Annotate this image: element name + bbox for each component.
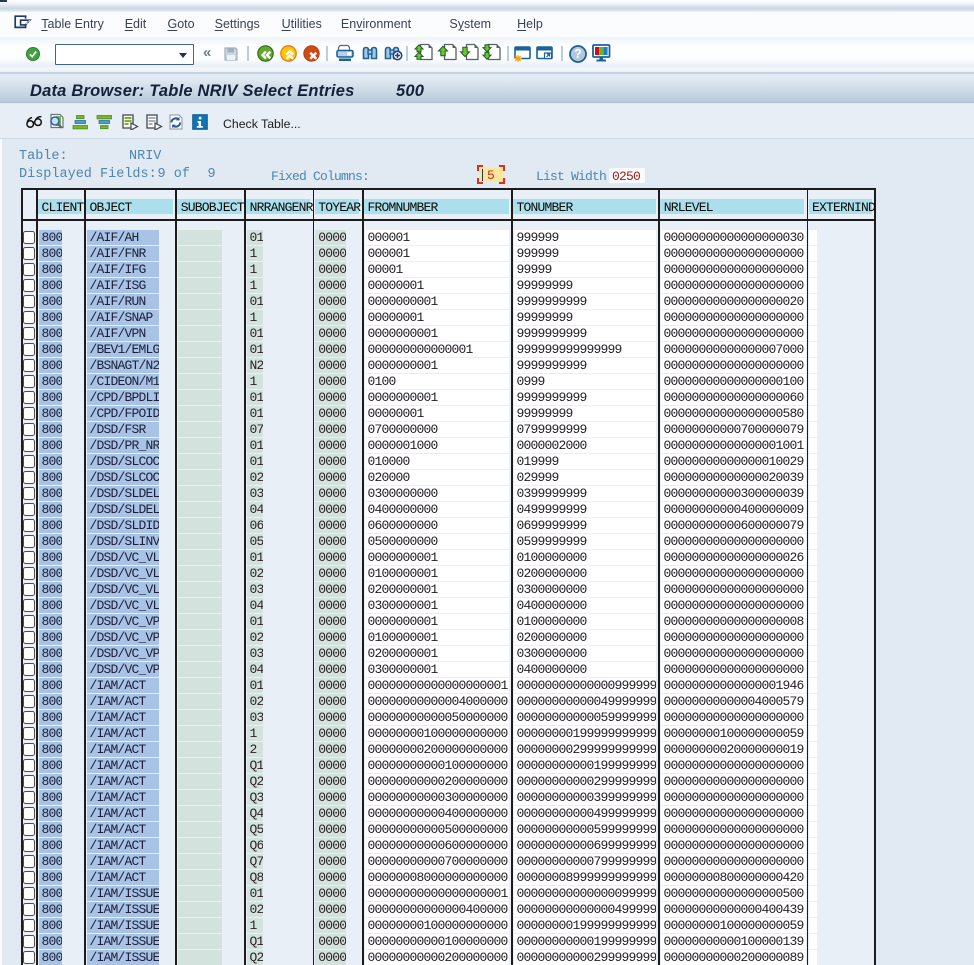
svg-text:?: ?: [574, 47, 582, 61]
